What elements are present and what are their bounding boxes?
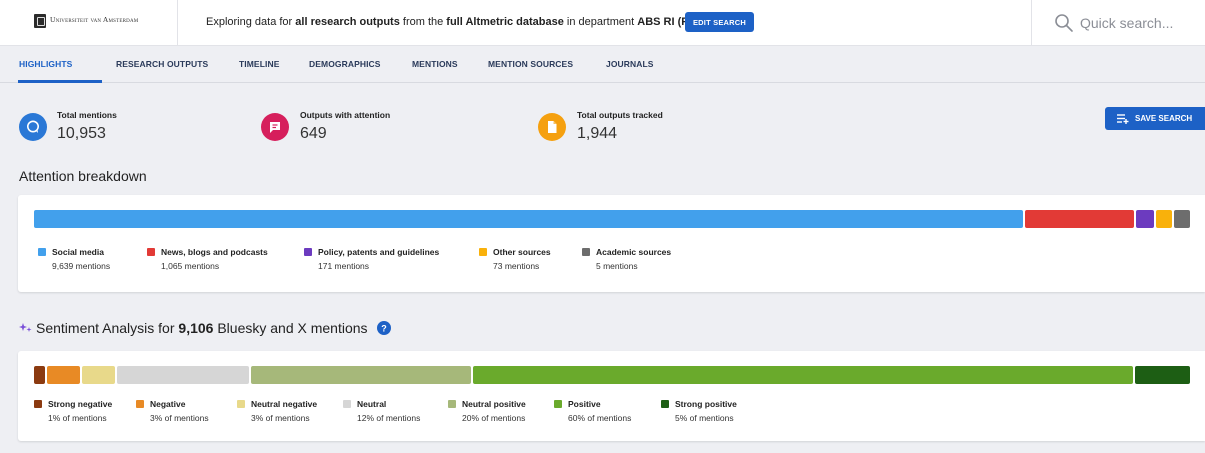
- outputs-with-attention-value: 649: [300, 125, 327, 142]
- top-header: Universiteit van Amsterdam Exploring dat…: [0, 0, 1205, 46]
- bar-segment-policy-patents-and-guidelines[interactable]: [1136, 210, 1154, 228]
- bar-segment-strong-positive[interactable]: [1135, 366, 1190, 384]
- sentiment-card: Strong negative 1% of mentions Negative 3% …: [18, 351, 1205, 441]
- legend-value: 5% of mentions: [675, 413, 734, 423]
- legend-swatch: [661, 400, 669, 408]
- playlist-add-icon: [1117, 113, 1129, 124]
- legend-label: Positive: [568, 399, 601, 409]
- legend-value: 12% of mentions: [357, 413, 421, 423]
- document-icon: [538, 113, 566, 141]
- save-search-button[interactable]: SAVE SEARCH: [1105, 107, 1205, 130]
- legend-swatch: [554, 400, 562, 408]
- attention-breakdown-card: Social media 9,639 mentions News, blogs an…: [18, 195, 1205, 292]
- save-search-label: SAVE SEARCH: [1135, 114, 1193, 123]
- sparkle-icon: [19, 323, 32, 332]
- legend-value: 3% of mentions: [251, 413, 310, 423]
- message-icon: [261, 113, 289, 141]
- legend-value: 20% of mentions: [462, 413, 526, 423]
- tab-journals[interactable]: JOURNALS: [606, 59, 654, 69]
- tab-timeline[interactable]: TIMELINE: [239, 59, 279, 69]
- search-description: Exploring data for all research outputs …: [206, 16, 707, 28]
- attention-breakdown-title: Attention breakdown: [19, 168, 147, 184]
- bar-segment-negative[interactable]: [47, 366, 80, 384]
- bar-segment-other-sources[interactable]: [1156, 210, 1172, 228]
- bar-segment-positive[interactable]: [473, 366, 1133, 384]
- legend-swatch: [136, 400, 144, 408]
- legend-swatch: [237, 400, 245, 408]
- tab-research-outputs[interactable]: RESEARCH OUTPUTS: [116, 59, 208, 69]
- legend-value: 1,065 mentions: [161, 261, 220, 271]
- legend-swatch: [38, 248, 46, 256]
- legend-swatch: [34, 400, 42, 408]
- legend-label: Neutral positive: [462, 399, 526, 409]
- bar-segment-news-blogs-and-podcasts[interactable]: [1025, 210, 1135, 228]
- info-icon[interactable]: ?: [377, 321, 392, 335]
- legend-label: Strong positive: [675, 399, 737, 409]
- explore-outputs: all research outputs: [295, 16, 400, 28]
- legend-swatch: [343, 400, 351, 408]
- legend-value: 1% of mentions: [48, 413, 107, 423]
- bar-segment-neutral-negative[interactable]: [82, 366, 115, 384]
- legend-label: Policy, patents and guidelines: [318, 247, 440, 257]
- sentiment-title-prefix: Sentiment Analysis for: [36, 320, 179, 336]
- logo-text: Universiteit van Amsterdam: [50, 15, 139, 24]
- bar-segment-strong-negative[interactable]: [34, 366, 45, 384]
- sentiment-title: Sentiment Analysis for 9,106 Bluesky and…: [19, 320, 392, 336]
- total-mentions-label: Total mentions: [57, 110, 117, 120]
- legend-value: 73 mentions: [493, 261, 540, 271]
- legend-value: 60% of mentions: [568, 413, 632, 423]
- quick-search: [1031, 0, 1205, 46]
- total-outputs-tracked-value: 1,944: [577, 125, 618, 142]
- tab-demographics[interactable]: DEMOGRAPHICS: [309, 59, 381, 69]
- sentiment-title-count: 9,106: [178, 320, 214, 336]
- explore-prefix: Exploring data for: [206, 16, 296, 28]
- legend-label: Negative: [150, 399, 186, 409]
- search-icon[interactable]: [1054, 13, 1074, 33]
- legend-label: Strong negative: [48, 399, 113, 409]
- legend-value: 5 mentions: [596, 261, 638, 271]
- legend-swatch: [147, 248, 155, 256]
- bar-segment-academic-sources[interactable]: [1174, 210, 1190, 228]
- total-mentions-value: 10,953: [57, 125, 106, 142]
- explore-from: from the: [399, 16, 447, 28]
- legend-value: 3% of mentions: [150, 413, 209, 423]
- legend-label: Social media: [52, 247, 104, 257]
- tab-bar: HIGHLIGHTS RESEARCH OUTPUTS TIMELINE DEM…: [0, 47, 1205, 83]
- institution-logo[interactable]: Universiteit van Amsterdam: [0, 0, 178, 46]
- explore-in: in department: [563, 16, 638, 28]
- tab-mentions[interactable]: MENTIONS: [412, 59, 458, 69]
- legend-label: News, blogs and podcasts: [161, 247, 268, 257]
- legend-value: 171 mentions: [318, 261, 370, 271]
- legend-label: Neutral negative: [251, 399, 318, 409]
- tab-highlights[interactable]: HIGHLIGHTS: [19, 59, 72, 69]
- tab-mention-sources[interactable]: MENTION SOURCES: [488, 59, 573, 69]
- legend-swatch: [582, 248, 590, 256]
- legend-label: Other sources: [493, 247, 551, 257]
- svg-text:?: ?: [382, 324, 388, 334]
- legend-value: 9,639 mentions: [52, 261, 111, 271]
- legend-swatch: [304, 248, 312, 256]
- active-tab-indicator: [18, 80, 102, 83]
- quick-search-input[interactable]: [1080, 10, 1200, 36]
- legend-label: Neutral: [357, 399, 387, 409]
- legend-swatch: [479, 248, 487, 256]
- university-seal-icon: [34, 14, 46, 28]
- outputs-with-attention-label: Outputs with attention: [300, 110, 391, 120]
- bar-segment-neutral[interactable]: [117, 366, 249, 384]
- edit-search-button[interactable]: EDIT SEARCH: [685, 12, 754, 32]
- legend-label: Academic sources: [596, 247, 672, 257]
- bar-segment-social-media[interactable]: [34, 210, 1024, 228]
- bar-segment-neutral-positive[interactable]: [251, 366, 471, 384]
- total-outputs-tracked-label: Total outputs tracked: [577, 110, 663, 120]
- legend-swatch: [448, 400, 456, 408]
- explore-database: full Altmetric database: [446, 16, 564, 28]
- sentiment-title-suffix: Bluesky and X mentions: [213, 320, 368, 336]
- chat-bubbles-icon: [19, 113, 47, 141]
